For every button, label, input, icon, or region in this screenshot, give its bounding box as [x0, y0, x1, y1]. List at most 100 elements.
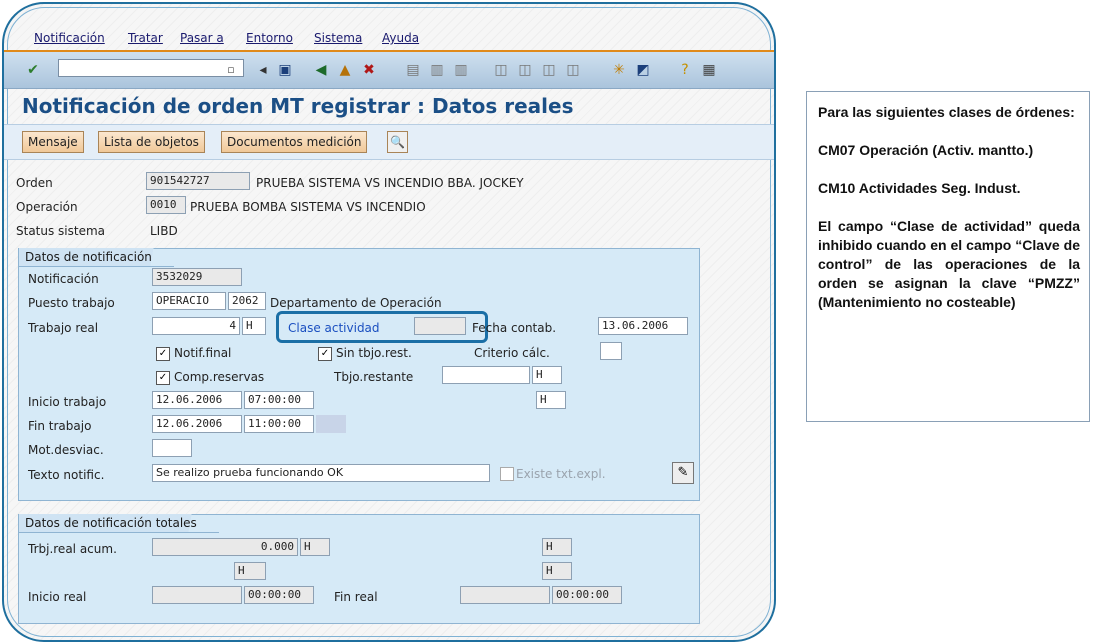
- extra-unit-field[interactable]: H: [536, 391, 566, 409]
- menu-notificacion[interactable]: Notificación: [34, 31, 105, 45]
- last-page-icon[interactable]: ◫: [564, 61, 582, 79]
- comp-reservas-label: Comp.reservas: [174, 370, 265, 384]
- menu-pasar-a[interactable]: Pasar a: [180, 31, 224, 45]
- explanation-note: Para las siguientes clases de órdenes: C…: [806, 91, 1090, 422]
- documentos-medicion-button[interactable]: Documentos medición: [221, 131, 368, 153]
- standard-toolbar: ✔ ▫ ◂ ▣ ◀ ▲ ✖ ▤ ▥ ▥ ◫ ◫ ◫ ◫ ✳ ◩ ? ▦: [4, 52, 774, 89]
- command-field[interactable]: [58, 59, 244, 77]
- fin-real-hora-field: 00:00:00: [552, 586, 622, 604]
- menu-tratar[interactable]: Tratar: [128, 31, 163, 45]
- operacion-label: Operación: [16, 200, 78, 214]
- magnifier-icon[interactable]: 🔍: [387, 131, 408, 153]
- inicio-fecha-field[interactable]: 12.06.2006: [152, 391, 242, 409]
- note-intro: Para las siguientes clases de órdenes:: [818, 104, 1075, 120]
- inicio-trabajo-label: Inicio trabajo: [28, 395, 107, 409]
- fin-real-label: Fin real: [334, 590, 378, 604]
- sin-tbjo-rest-checkbox[interactable]: ✓: [318, 347, 332, 361]
- sin-tbjo-rest-label: Sin tbjo.rest.: [336, 346, 412, 360]
- mensaje-button[interactable]: Mensaje: [22, 131, 84, 153]
- shortcut-icon[interactable]: ◩: [634, 61, 652, 79]
- status-label: Status sistema: [16, 224, 106, 238]
- orden-label: Orden: [16, 176, 53, 190]
- command-history-icon[interactable]: ▫: [222, 61, 240, 79]
- edit-text-icon[interactable]: ✎: [672, 462, 694, 484]
- puesto-label: Puesto trabajo: [28, 296, 115, 310]
- notif-final-checkbox[interactable]: ✓: [156, 347, 170, 361]
- puesto-field[interactable]: OPERACIO: [152, 292, 226, 310]
- mot-desviac-label: Mot.desviac.: [28, 443, 104, 457]
- mot-desviac-field[interactable]: [152, 439, 192, 457]
- new-session-icon[interactable]: ✳: [610, 61, 628, 79]
- menu-sistema[interactable]: Sistema: [314, 31, 362, 45]
- help-icon[interactable]: ?: [676, 61, 694, 79]
- inicio-real-fecha-field: [152, 586, 242, 604]
- texto-notific-label: Texto notific.: [28, 468, 105, 482]
- exit-icon[interactable]: ▲: [336, 61, 354, 79]
- existe-txt-checkbox[interactable]: [500, 467, 514, 481]
- trbj-real-acum-label: Trbj.real acum.: [28, 542, 117, 556]
- enter-icon[interactable]: ✔: [24, 61, 42, 79]
- operacion-description: PRUEBA BOMBA SISTEMA VS INCENDIO: [190, 200, 426, 214]
- inicio-real-label: Inicio real: [28, 590, 87, 604]
- totals-group: Datos de notificación totales: [18, 514, 700, 624]
- totals-group-title: Datos de notificación totales: [19, 514, 219, 533]
- notificacion-field[interactable]: 3532029: [152, 268, 242, 286]
- next-page-icon[interactable]: ◫: [540, 61, 558, 79]
- prev-page-icon[interactable]: ◫: [516, 61, 534, 79]
- trabajo-real-label: Trabajo real: [28, 321, 99, 335]
- print-icon[interactable]: ▤: [404, 61, 422, 79]
- trbj-unit-field: H: [300, 538, 330, 556]
- fecha-contab-label: Fecha contab.: [472, 321, 557, 335]
- lista-objetos-button[interactable]: Lista de objetos: [98, 131, 205, 153]
- fin-fecha-field[interactable]: 12.06.2006: [152, 415, 242, 433]
- find-next-icon[interactable]: ▥: [452, 61, 470, 79]
- total-unit-b-field: H: [234, 562, 266, 580]
- page-title: Notificación de orden MT registrar : Dat…: [22, 94, 574, 118]
- fin-trabajo-label: Fin trabajo: [28, 419, 92, 433]
- fin-hora-field[interactable]: 11:00:00: [244, 415, 314, 433]
- tbjo-restante-label: Tbjo.restante: [334, 370, 414, 384]
- menu-bar: Notificación Tratar Pasar a Entorno Sist…: [4, 28, 774, 52]
- trabajo-real-unit-field[interactable]: H: [242, 317, 266, 335]
- note-cm10: CM10 Actividades Seg. Indust.: [818, 180, 1021, 196]
- orden-field[interactable]: 901542727: [146, 172, 250, 190]
- back-arrow-icon[interactable]: ◂: [254, 61, 272, 79]
- trabajo-real-field[interactable]: 4: [152, 317, 240, 335]
- fecha-contab-field[interactable]: 13.06.2006: [598, 317, 688, 335]
- puesto-num-field[interactable]: 2062: [228, 292, 266, 310]
- status-value: LIBD: [150, 224, 178, 238]
- first-page-icon[interactable]: ◫: [492, 61, 510, 79]
- trbj-real-acum-field: 0.000: [152, 538, 298, 556]
- group-title: Datos de notificación: [19, 248, 174, 267]
- criterio-field[interactable]: [600, 342, 622, 360]
- save-icon[interactable]: ▣: [276, 61, 294, 79]
- criterio-label: Criterio cálc.: [474, 346, 550, 360]
- notif-final-label: Notif.final: [174, 346, 232, 360]
- puesto-description: Departamento de Operación: [270, 296, 442, 310]
- back-icon[interactable]: ◀: [312, 61, 330, 79]
- cancel-icon[interactable]: ✖: [360, 61, 378, 79]
- note-cm07: CM07 Operación (Activ. mantto.): [818, 142, 1034, 158]
- inicio-hora-field[interactable]: 07:00:00: [244, 391, 314, 409]
- find-icon[interactable]: ▥: [428, 61, 446, 79]
- layout-menu-icon[interactable]: ▦: [700, 61, 718, 79]
- notificacion-label: Notificación: [28, 272, 99, 286]
- clase-actividad-highlight: [276, 311, 488, 343]
- existe-txt-label: Existe txt.expl.: [516, 467, 606, 481]
- menu-ayuda[interactable]: Ayuda: [382, 31, 419, 45]
- operacion-field[interactable]: 0010: [146, 196, 186, 214]
- sap-window: Notificación Tratar Pasar a Entorno Sist…: [2, 2, 776, 642]
- fin-extra-field[interactable]: [316, 415, 346, 433]
- tbjo-restante-field[interactable]: [442, 366, 530, 384]
- menu-entorno[interactable]: Entorno: [246, 31, 293, 45]
- fin-real-fecha-field: [460, 586, 550, 604]
- total-unit-a-field: H: [542, 538, 572, 556]
- tbjo-restante-unit-field[interactable]: H: [532, 366, 562, 384]
- texto-notific-field[interactable]: Se realizo prueba funcionando OK: [152, 464, 490, 482]
- total-unit-c-field: H: [542, 562, 572, 580]
- note-explanation: El campo “Clase de actividad” queda inhi…: [818, 218, 1080, 310]
- application-toolbar: Mensaje Lista de objetos Documentos medi…: [4, 124, 774, 160]
- comp-reservas-checkbox[interactable]: ✓: [156, 371, 170, 385]
- orden-description: PRUEBA SISTEMA VS INCENDIO BBA. JOCKEY: [256, 176, 524, 190]
- inicio-real-hora-field: 00:00:00: [244, 586, 314, 604]
